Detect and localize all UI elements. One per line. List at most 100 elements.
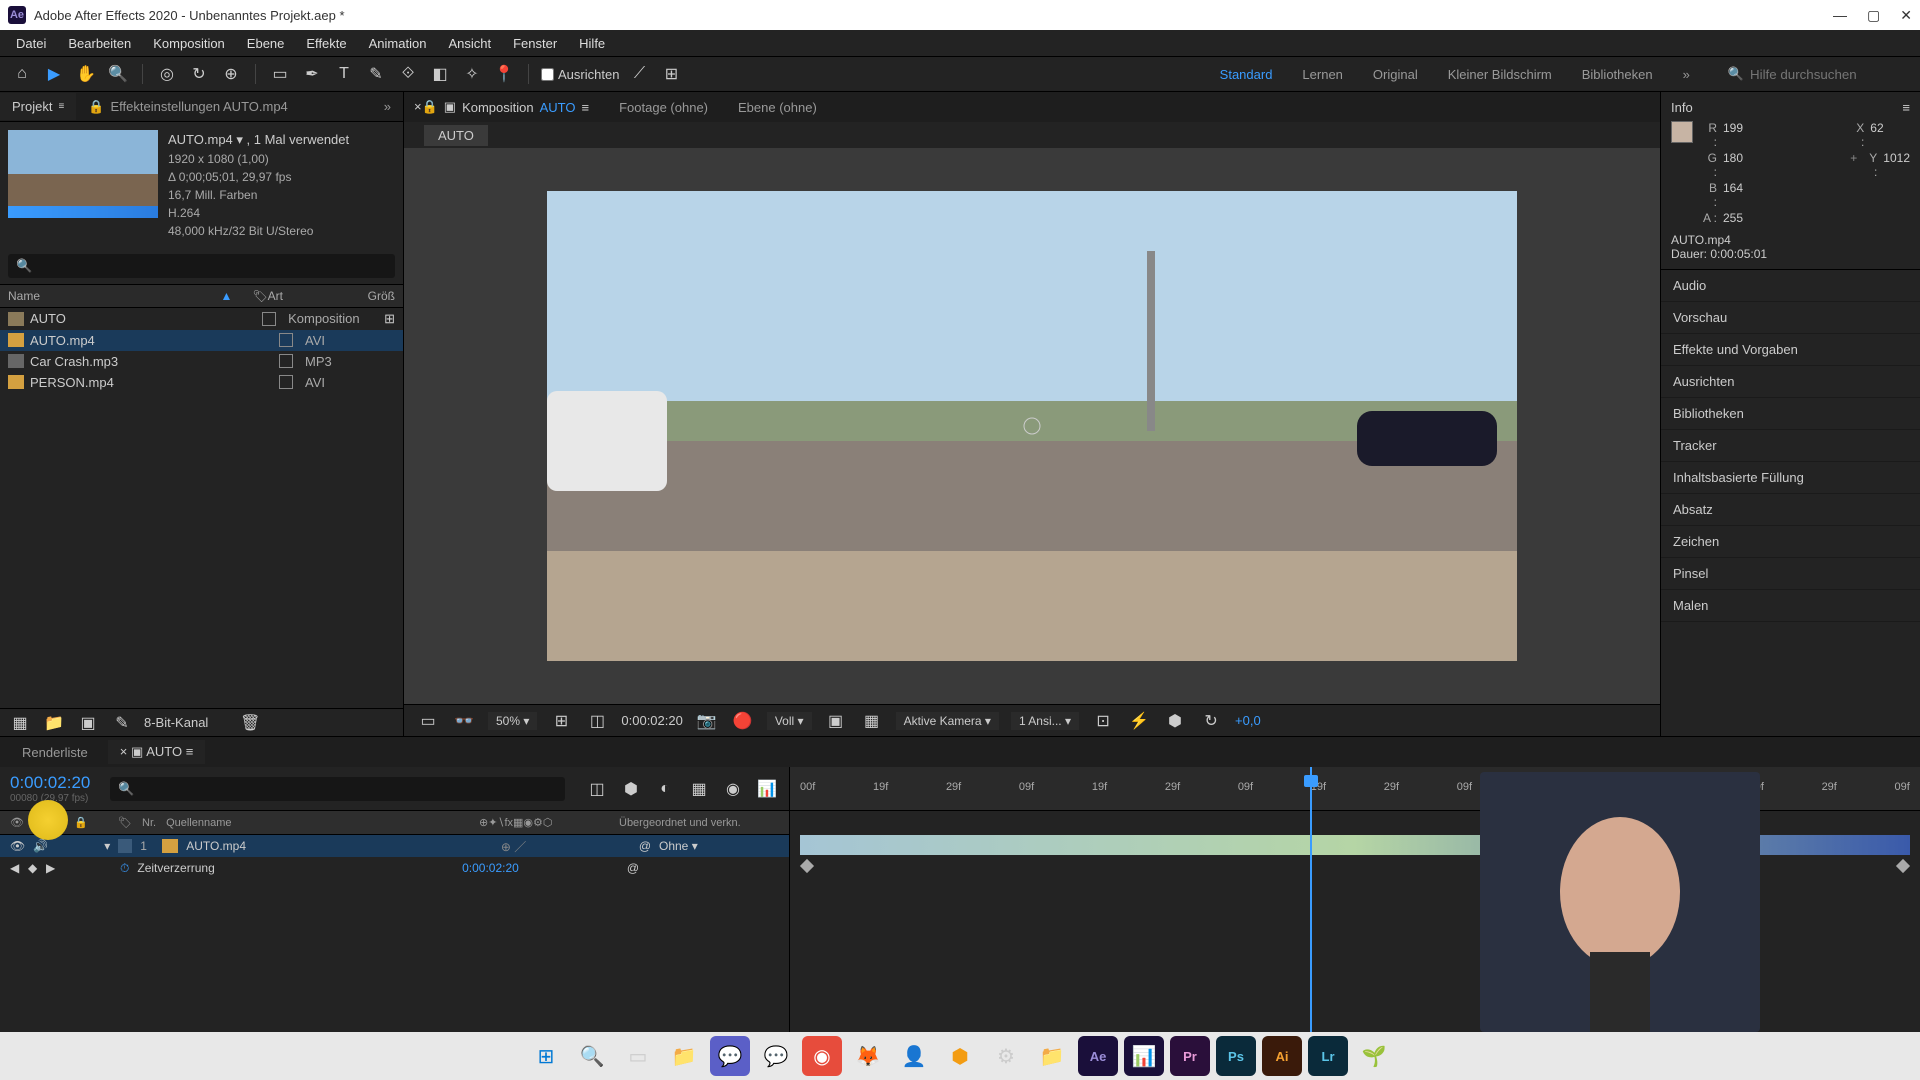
panel-bibliotheken[interactable]: Bibliotheken (1661, 398, 1920, 430)
folder-icon[interactable]: 📁 (1032, 1036, 1072, 1076)
search-icon[interactable]: 🔍 (572, 1036, 612, 1076)
app-icon[interactable]: ◉ (802, 1036, 842, 1076)
render-queue-tab[interactable]: Renderliste (10, 741, 100, 764)
expression-pickwhip-icon[interactable]: @ (627, 861, 639, 875)
column-size[interactable]: Größ (368, 289, 395, 303)
comp-mini-icon[interactable]: ◫ (585, 777, 609, 801)
photoshop-icon[interactable]: Ps (1216, 1036, 1256, 1076)
trash-icon[interactable]: 🗑 (238, 711, 262, 735)
home-icon[interactable]: ⌂ (10, 62, 34, 86)
column-name[interactable]: Name (8, 289, 221, 303)
close-button[interactable]: ✕ (1900, 7, 1912, 24)
workspace-original[interactable]: Original (1373, 67, 1418, 82)
keyframe-marker[interactable] (1896, 859, 1910, 873)
panel-absatz[interactable]: Absatz (1661, 494, 1920, 526)
menu-hilfe[interactable]: Hilfe (569, 33, 615, 54)
workspace-standard[interactable]: Standard (1220, 67, 1273, 82)
mask-icon[interactable]: ◫ (585, 709, 609, 733)
camera-dropdown[interactable]: Aktive Kamera ▾ (896, 712, 999, 730)
menu-bearbeiten[interactable]: Bearbeiten (58, 33, 141, 54)
start-button[interactable]: ⊞ (526, 1036, 566, 1076)
next-keyframe-icon[interactable]: ▶ (46, 861, 55, 875)
menu-datei[interactable]: Datei (6, 33, 56, 54)
panel-pinsel[interactable]: Pinsel (1661, 558, 1920, 590)
eye-toggle[interactable]: 👁 (10, 839, 25, 853)
maximize-button[interactable]: ▢ (1867, 7, 1880, 24)
puppet-tool-icon[interactable]: 📍 (492, 62, 516, 86)
workspace-kleiner[interactable]: Kleiner Bildschirm (1448, 67, 1552, 82)
pixel-icon[interactable]: ⊡ (1091, 709, 1115, 733)
3d-icon[interactable]: ⬢ (1163, 709, 1187, 733)
teams-icon[interactable]: 💬 (710, 1036, 750, 1076)
premiere-icon[interactable]: Pr (1170, 1036, 1210, 1076)
pickwhip-icon[interactable]: @ (639, 839, 651, 853)
graph-icon[interactable]: 📊 (755, 777, 779, 801)
panel-inhaltsbasierte[interactable]: Inhaltsbasierte Füllung (1661, 462, 1920, 494)
composition-viewer[interactable] (404, 148, 1660, 704)
layer-tab[interactable]: Ebene (ohne) (738, 100, 817, 115)
layer-row[interactable]: 👁 🔊 ▾ 1 AUTO.mp4 ⊕ ／ @ Ohne ▾ (0, 835, 789, 857)
hand-tool-icon[interactable]: ✋ (74, 62, 98, 86)
layer-label-swatch[interactable] (118, 839, 132, 853)
panel-zeichen[interactable]: Zeichen (1661, 526, 1920, 558)
eye-column-icon[interactable]: 👁 (10, 816, 24, 829)
draft3d-icon[interactable]: ⬢ (619, 777, 643, 801)
lock-column-icon[interactable]: 🔒 (74, 816, 88, 829)
media-encoder-icon[interactable]: 📊 (1124, 1036, 1164, 1076)
channel-icon[interactable]: 🔴 (731, 709, 755, 733)
current-timecode[interactable]: 0:00:02:20 (10, 773, 90, 793)
keyframe-marker[interactable] (800, 859, 814, 873)
audio-toggle[interactable]: 🔊 (33, 839, 48, 853)
effects-settings-tab[interactable]: 🔒 Effekteinstellungen AUTO.mp4 » (76, 93, 403, 121)
roto-tool-icon[interactable]: ✧ (460, 62, 484, 86)
menu-komposition[interactable]: Komposition (143, 33, 235, 54)
panel-malen[interactable]: Malen (1661, 590, 1920, 622)
add-keyframe-icon[interactable]: ◆ (28, 861, 37, 875)
asset-row[interactable]: AUTO Komposition ⊞ (0, 308, 403, 330)
panel-menu-icon[interactable]: ≡ (1902, 100, 1910, 115)
clone-tool-icon[interactable]: ⟐ (396, 62, 420, 86)
panel-menu-icon[interactable]: ≡ (58, 101, 64, 112)
composition-tab[interactable]: ×🔒 ▣ Komposition AUTO ≡ (414, 99, 589, 115)
app-icon[interactable]: ⬢ (940, 1036, 980, 1076)
panel-ausrichten[interactable]: Ausrichten (1661, 366, 1920, 398)
menu-ebene[interactable]: Ebene (237, 33, 295, 54)
panel-effekte[interactable]: Effekte und Vorgaben (1661, 334, 1920, 366)
folder-icon[interactable]: 📁 (42, 711, 66, 735)
menu-fenster[interactable]: Fenster (503, 33, 567, 54)
parent-dropdown[interactable]: Ohne ▾ (659, 839, 779, 853)
glasses-icon[interactable]: 👓 (452, 709, 476, 733)
property-row[interactable]: ◀ ◆ ▶ ⏱ Zeitverzerrung 0:00:02:20 @ (0, 857, 789, 879)
menu-effekte[interactable]: Effekte (296, 33, 356, 54)
after-effects-icon[interactable]: Ae (1078, 1036, 1118, 1076)
twirl-icon[interactable]: ▾ (104, 839, 110, 853)
region-icon[interactable]: ▣ (824, 709, 848, 733)
new-comp-icon[interactable]: ▣ (76, 711, 100, 735)
flowchart-icon[interactable]: ⊞ (384, 311, 395, 327)
selection-tool-icon[interactable]: ▶ (42, 62, 66, 86)
playhead[interactable] (1310, 767, 1312, 1054)
lightroom-icon[interactable]: Lr (1308, 1036, 1348, 1076)
exposure-value[interactable]: +0,0 (1235, 713, 1261, 728)
fast-preview-icon[interactable]: ⚡ (1127, 709, 1151, 733)
panel-tracker[interactable]: Tracker (1661, 430, 1920, 462)
asset-row[interactable]: AUTO.mp4 AVI (0, 330, 403, 351)
panel-vorschau[interactable]: Vorschau (1661, 302, 1920, 334)
snapshot-icon[interactable]: 📷 (695, 709, 719, 733)
orbit-tool-icon[interactable]: ◎ (155, 62, 179, 86)
align-checkbox[interactable] (541, 68, 554, 81)
label-column-icon[interactable]: 🏷 (118, 816, 132, 829)
text-tool-icon[interactable]: T (332, 62, 356, 86)
zoom-dropdown[interactable]: 50% ▾ (488, 712, 537, 730)
task-view-icon[interactable]: ▭ (618, 1036, 658, 1076)
app-icon[interactable]: 🌱 (1354, 1036, 1394, 1076)
help-search-input[interactable] (1750, 67, 1910, 82)
menu-animation[interactable]: Animation (359, 33, 437, 54)
menu-ansicht[interactable]: Ansicht (438, 33, 501, 54)
views-dropdown[interactable]: 1 Ansi... ▾ (1011, 712, 1079, 730)
brush-tool-icon[interactable]: ✎ (364, 62, 388, 86)
zoom-tool-icon[interactable]: 🔍 (106, 62, 130, 86)
workspace-overflow-icon[interactable]: » (1683, 67, 1690, 82)
label-icon[interactable]: 🏷 (252, 289, 267, 303)
obs-icon[interactable]: ⚙ (986, 1036, 1026, 1076)
